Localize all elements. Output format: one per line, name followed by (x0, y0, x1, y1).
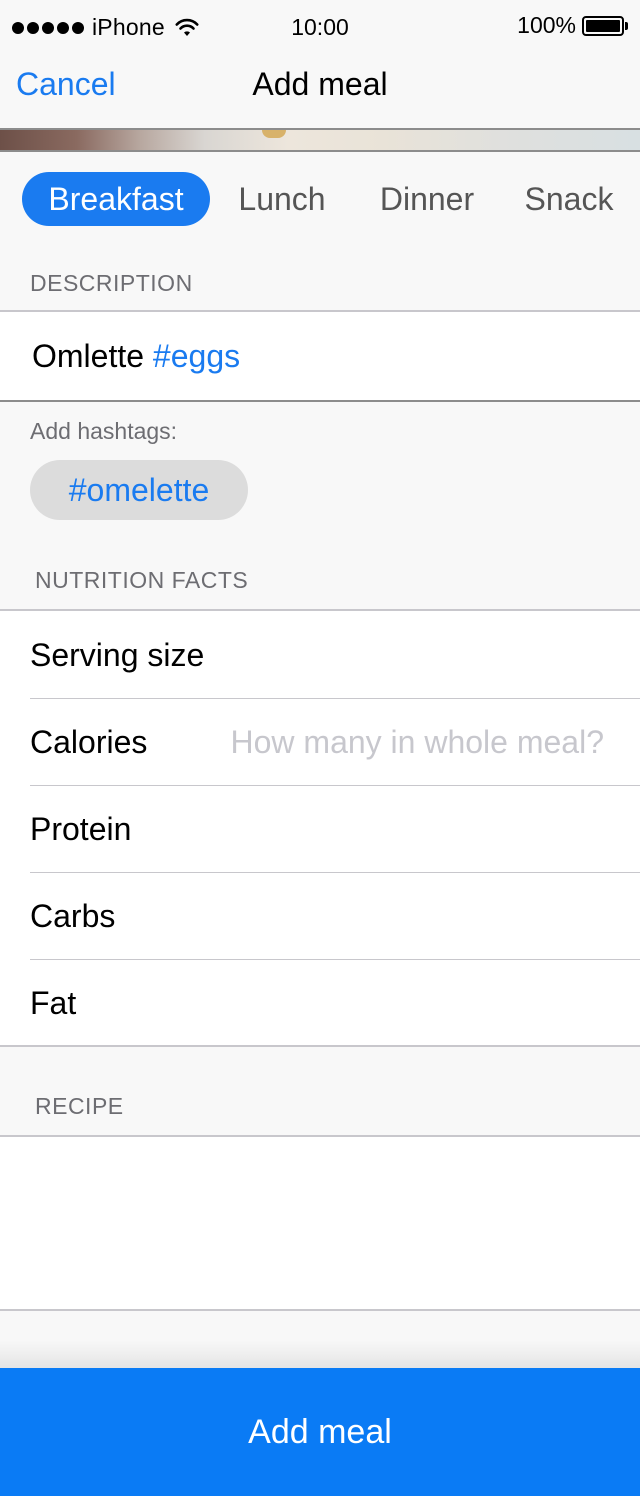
add-meal-button[interactable]: Add meal (0, 1368, 640, 1496)
nutrition-header: NUTRITION FACTS (35, 567, 249, 593)
meal-type-selector: Breakfast Lunch Dinner Snack (0, 152, 640, 252)
calories-input[interactable] (214, 720, 604, 764)
meal-photo[interactable] (0, 128, 640, 152)
meal-type-snack[interactable]: Snack (510, 172, 628, 226)
description-header: DESCRIPTION (30, 270, 193, 296)
nutrition-label: Calories (30, 724, 148, 760)
nutrition-row-calories[interactable]: Calories (30, 698, 640, 786)
meal-type-breakfast[interactable]: Breakfast (22, 172, 210, 226)
meal-type-dinner[interactable]: Dinner (362, 172, 492, 226)
battery-icon (582, 15, 628, 36)
navigation-bar: Cancel Add meal (0, 56, 640, 128)
hashtag-label: Add hashtags: (30, 418, 178, 444)
nutrition-label: Protein (30, 811, 132, 847)
carbs-input[interactable] (214, 894, 604, 938)
fat-input[interactable] (214, 981, 604, 1025)
recipe-text-area[interactable] (0, 1135, 640, 1311)
nutrition-label: Carbs (30, 898, 116, 934)
description-hashtag: #eggs (152, 338, 241, 374)
nutrition-row-protein[interactable]: Protein (30, 785, 640, 873)
nutrition-label: Fat (30, 985, 77, 1021)
protein-input[interactable] (214, 807, 604, 851)
battery-percentage: 100% (517, 12, 576, 38)
meal-type-lunch[interactable]: Lunch (222, 172, 342, 226)
cancel-button[interactable]: Cancel (16, 66, 116, 103)
serving-size-input[interactable] (214, 633, 604, 677)
nutrition-row-fat[interactable]: Fat (30, 959, 640, 1047)
recipe-header: RECIPE (35, 1093, 124, 1119)
description-plain-text: Omlette (32, 338, 153, 374)
status-bar: iPhone 10:00 100% (0, 0, 640, 56)
nutrition-row-serving-size[interactable]: Serving size (30, 611, 640, 699)
description-field[interactable]: Omlette #eggs (0, 310, 640, 402)
nutrition-label: Serving size (30, 637, 205, 673)
status-right: 100% (517, 12, 628, 39)
nutrition-list: Serving size Calories Protein Carbs Fat (0, 609, 640, 1047)
food-image-detail (262, 130, 286, 138)
nutrition-row-carbs[interactable]: Carbs (30, 872, 640, 960)
button-shadow (0, 1340, 640, 1368)
hashtag-suggestion-chip[interactable]: #omelette (30, 460, 248, 520)
description-text[interactable]: Omlette #eggs (32, 338, 240, 375)
